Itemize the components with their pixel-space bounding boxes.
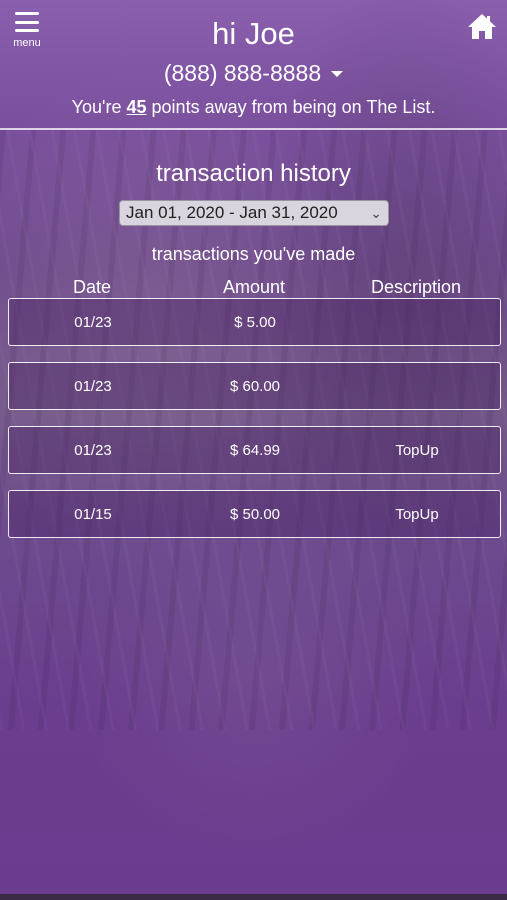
date-range-select[interactable]: Jan 01, 2020 - Jan 31, 2020 ⌄ bbox=[119, 200, 389, 226]
points-suffix: points away from being on The List. bbox=[151, 97, 436, 117]
phone-number: (888) 888-8888 bbox=[163, 60, 322, 86]
transaction-list: 01/23 $ 5.00 01/23 $ 60.00 01/23 $ 64.99… bbox=[8, 298, 501, 554]
table-row[interactable]: 01/15 $ 50.00 TopUp bbox=[8, 490, 501, 538]
column-header-description: Description bbox=[370, 277, 462, 297]
app-header: menu hi Joe (888) 888-8888 You're 45 poi… bbox=[0, 0, 507, 130]
row-amount: $ 50.00 bbox=[229, 506, 281, 523]
column-header-amount: Amount bbox=[222, 277, 286, 297]
points-value: 45 bbox=[126, 97, 147, 117]
row-date: 01/15 bbox=[74, 506, 112, 523]
date-range-value: Jan 01, 2020 - Jan 31, 2020 bbox=[126, 203, 338, 222]
table-header: Date Amount Description bbox=[8, 277, 501, 299]
caret-down-icon bbox=[331, 70, 344, 77]
row-amount: $ 64.99 bbox=[229, 442, 281, 459]
row-amount: $ 5.00 bbox=[234, 314, 276, 331]
phone-number-dropdown[interactable]: (888) 888-8888 bbox=[0, 60, 507, 87]
row-description: TopUp bbox=[395, 442, 439, 459]
greeting-title: hi Joe bbox=[212, 16, 295, 51]
table-row[interactable]: 01/23 $ 64.99 TopUp bbox=[8, 426, 501, 474]
points-prefix: You're bbox=[71, 97, 122, 117]
bottom-bar bbox=[0, 894, 507, 900]
row-amount: $ 60.00 bbox=[229, 378, 281, 395]
table-row[interactable]: 01/23 $ 60.00 bbox=[8, 362, 501, 410]
transactions-subtitle: transactions you've made bbox=[151, 244, 356, 264]
column-header-date: Date bbox=[72, 277, 112, 297]
row-date: 01/23 bbox=[74, 314, 112, 331]
row-description: TopUp bbox=[395, 506, 439, 523]
chevron-down-icon: ⌄ bbox=[370, 205, 382, 221]
row-date: 01/23 bbox=[74, 378, 112, 395]
points-message: You're 45 points away from being on The … bbox=[0, 97, 507, 118]
section-title: transaction history bbox=[156, 160, 351, 187]
row-date: 01/23 bbox=[74, 442, 112, 459]
table-row[interactable]: 01/23 $ 5.00 bbox=[8, 298, 501, 346]
